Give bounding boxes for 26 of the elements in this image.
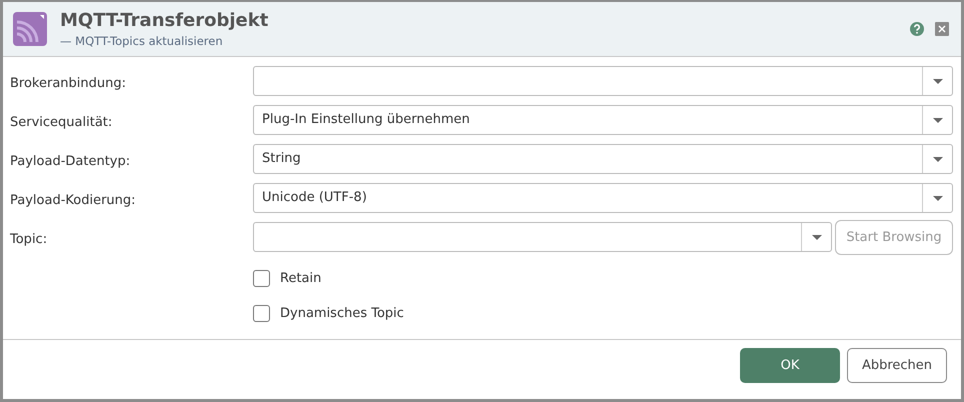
field-label: Payload-Kodierung: xyxy=(10,192,137,208)
checkbox[interactable] xyxy=(253,305,270,322)
checkbox[interactable] xyxy=(253,270,270,287)
field-label: Payload-Datentyp: xyxy=(10,153,132,169)
field-label: Topic: xyxy=(10,231,48,247)
help-icon[interactable] xyxy=(910,22,924,36)
dropdown-field[interactable]: String xyxy=(253,144,953,174)
ok-button[interactable]: OK xyxy=(740,348,840,383)
close-icon[interactable] xyxy=(935,22,949,36)
dropdown-field[interactable]: Plug-In Einstellung übernehmen xyxy=(253,105,953,135)
caret-icon xyxy=(932,196,942,200)
checkbox-label: Dynamisches Topic xyxy=(280,306,404,321)
checkbox-label: Retain xyxy=(280,271,322,286)
window-subtitle: — MQTT-Topics aktualisieren xyxy=(60,34,224,48)
caret-icon xyxy=(932,118,942,122)
caret-icon xyxy=(932,156,942,162)
field-label: Servicequalität: xyxy=(10,114,114,130)
broadcast-icon xyxy=(13,12,47,46)
cancel-button[interactable]: Abbrechen xyxy=(847,348,947,383)
caret-icon xyxy=(812,234,822,240)
caret-icon xyxy=(932,78,942,84)
window-title: MQTT-Transferobjekt xyxy=(60,10,270,31)
field-label: Brokeranbindung: xyxy=(10,75,128,91)
dropdown-field[interactable] xyxy=(253,222,832,252)
dropdown-field[interactable] xyxy=(253,66,953,96)
dropdown-field[interactable]: Unicode (UTF-8) xyxy=(253,183,953,213)
